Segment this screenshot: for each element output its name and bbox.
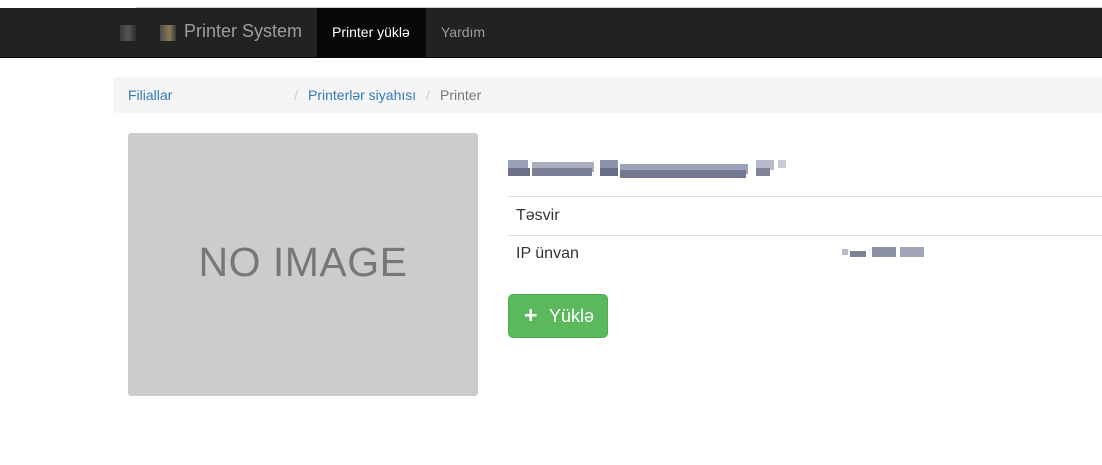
brand-link[interactable]: Printer System [184,21,302,42]
table-row-divider [508,235,1102,236]
top-divider [136,0,1102,8]
ip-address-value-redacted [842,247,924,259]
nav-item-help[interactable]: Yardım [441,24,485,40]
breadcrumb-current: Printer [440,87,482,103]
menu-toggle-icon[interactable] [120,25,136,41]
browser-top-strip [0,0,1102,8]
no-image-text: NO IMAGE [198,239,408,285]
printer-name-redacted [508,156,788,182]
description-label: Təsvir [516,207,560,224]
table-row-divider [508,196,1102,197]
breadcrumb-link-printer-list[interactable]: Printerlər siyahısı [308,87,416,103]
top-navbar: Printer System Printer yüklə Yardım [0,8,1102,58]
printer-image-placeholder: NO IMAGE [128,133,478,396]
breadcrumb: Filiallar / Printerlər siyahısı / Printe… [113,77,1102,113]
brand-logo-icon [160,25,176,41]
breadcrumb-separator: / [426,87,430,103]
nav-item-printer-upload[interactable]: Printer yüklə [317,8,426,57]
nav-item-label: Printer yüklə [332,24,410,40]
upload-button-label: Yüklə [549,306,595,326]
ip-address-label: IP ünvan [516,245,579,262]
plus-icon: + [524,302,538,328]
breadcrumb-link-branches[interactable]: Filiallar [128,87,172,103]
breadcrumb-separator: / [294,87,298,103]
upload-button[interactable]: + Yüklə [508,294,608,338]
